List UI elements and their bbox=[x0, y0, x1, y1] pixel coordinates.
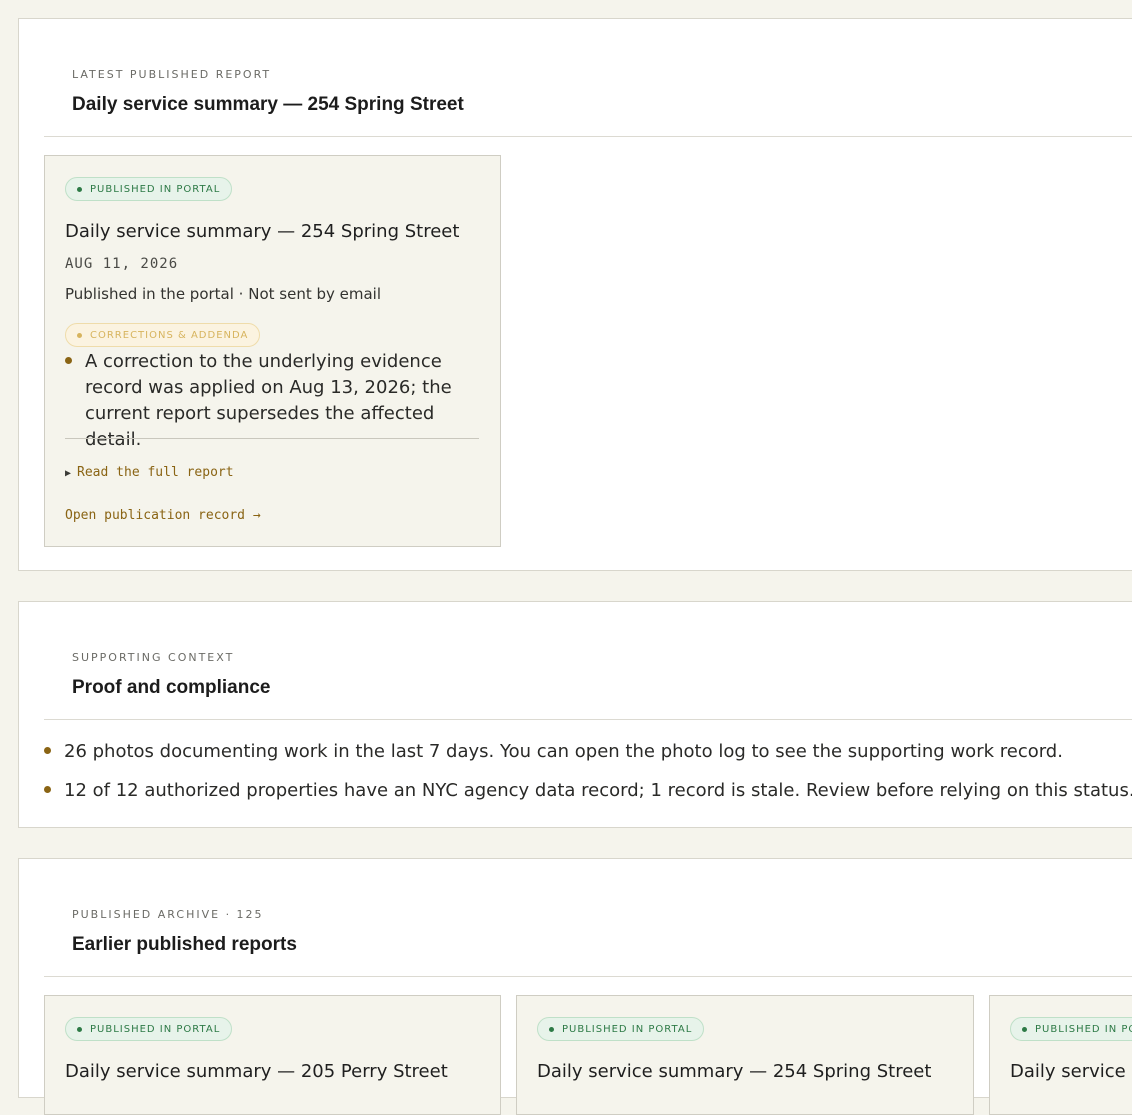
section-divider bbox=[44, 136, 1132, 137]
archive-report-card[interactable]: PUBLISHED IN PORTAL Daily service summar… bbox=[989, 995, 1132, 1115]
report-title: Daily service summary — 254 Spring Stree… bbox=[537, 1061, 932, 1082]
archive-header: PUBLISHED ARCHIVE · 125 Earlier publishe… bbox=[72, 908, 297, 956]
proof-item-photos: 26 photos documenting work in the last 7… bbox=[64, 741, 1063, 762]
section-title: Proof and compliance bbox=[72, 677, 271, 698]
read-full-report-toggle[interactable]: ▶ Read the full report bbox=[65, 465, 234, 480]
status-badge: PUBLISHED IN PORTAL bbox=[65, 1017, 233, 1041]
proof-item-agency-records: 12 of 12 authorized properties have an N… bbox=[64, 780, 1132, 801]
report-title: Daily service summary — 254 Spring Stree… bbox=[65, 221, 460, 242]
proof-compliance-panel: SUPPORTING CONTEXT Proof and compliance … bbox=[18, 601, 1132, 828]
read-full-report-label: Read the full report bbox=[77, 465, 234, 480]
section-divider bbox=[44, 976, 1132, 977]
correction-text: A correction to the underlying evidence … bbox=[85, 351, 452, 450]
status-badge: PUBLISHED IN PORTAL bbox=[1010, 1017, 1132, 1041]
report-title: Daily service summary bbox=[1010, 1061, 1132, 1082]
status-badge-label: PUBLISHED IN PORTAL bbox=[90, 1023, 221, 1035]
section-divider bbox=[44, 719, 1132, 720]
card-divider bbox=[65, 438, 479, 439]
latest-report-panel: LATEST PUBLISHED REPORT Daily service su… bbox=[18, 18, 1132, 571]
section-title: Daily service summary — 254 Spring Stree… bbox=[72, 94, 464, 115]
status-dot-icon bbox=[77, 186, 82, 192]
status-dot-icon bbox=[549, 1026, 554, 1032]
latest-report-header: LATEST PUBLISHED REPORT Daily service su… bbox=[72, 68, 464, 116]
status-badge: PUBLISHED IN PORTAL bbox=[65, 177, 233, 201]
status-badge-label: PUBLISHED IN PORTAL bbox=[562, 1023, 693, 1035]
report-date: AUG 11, 2026 bbox=[65, 256, 179, 272]
report-title: Daily service summary — 205 Perry Street bbox=[65, 1061, 448, 1082]
section-eyebrow: PUBLISHED ARCHIVE · 125 bbox=[72, 908, 264, 921]
corrections-badge: CORRECTIONS & ADDENDA bbox=[65, 323, 261, 347]
status-badge: PUBLISHED IN PORTAL bbox=[537, 1017, 705, 1041]
open-publication-record-link[interactable]: Open publication record → bbox=[65, 508, 261, 523]
latest-report-card: PUBLISHED IN PORTAL Daily service summar… bbox=[44, 155, 501, 547]
report-delivery-meta: Published in the portal · Not sent by em… bbox=[65, 285, 382, 303]
proof-header: SUPPORTING CONTEXT Proof and compliance bbox=[72, 651, 270, 699]
disclosure-triangle-icon: ▶ bbox=[65, 468, 72, 479]
status-badge-label: PUBLISHED IN PORTAL bbox=[1035, 1023, 1132, 1035]
archive-report-card[interactable]: PUBLISHED IN PORTAL Daily service summar… bbox=[516, 995, 974, 1115]
bullet-icon bbox=[44, 747, 51, 754]
bullet-icon bbox=[44, 786, 51, 793]
corrections-dot-icon bbox=[77, 332, 82, 338]
archive-panel: PUBLISHED ARCHIVE · 125 Earlier publishe… bbox=[18, 858, 1132, 1115]
corrections-badge-label: CORRECTIONS & ADDENDA bbox=[90, 329, 249, 341]
section-eyebrow: LATEST PUBLISHED REPORT bbox=[72, 68, 272, 81]
status-dot-icon bbox=[77, 1026, 82, 1032]
section-eyebrow: SUPPORTING CONTEXT bbox=[72, 651, 235, 664]
section-title: Earlier published reports bbox=[72, 934, 297, 955]
bullet-icon bbox=[65, 357, 72, 364]
archive-report-card[interactable]: PUBLISHED IN PORTAL Daily service summar… bbox=[44, 995, 501, 1115]
status-dot-icon bbox=[1022, 1026, 1027, 1032]
status-badge-label: PUBLISHED IN PORTAL bbox=[90, 183, 221, 195]
